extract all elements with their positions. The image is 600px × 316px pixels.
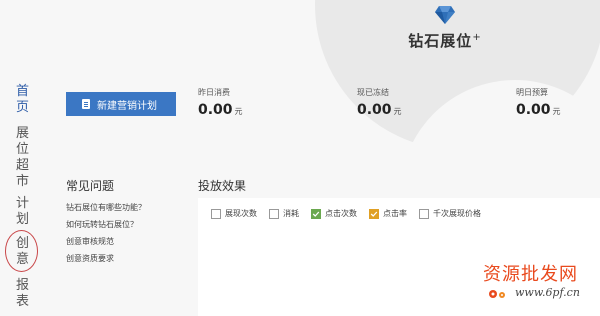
checkbox[interactable] xyxy=(269,208,279,219)
brand-title: 钻石展位+ xyxy=(408,32,482,50)
metric-toggle-spend[interactable]: 消耗 xyxy=(269,208,299,219)
checkbox[interactable] xyxy=(211,208,221,219)
metric-toggle-ctr[interactable]: 点击率 xyxy=(369,208,407,219)
check-icon xyxy=(370,211,378,217)
stat-tomorrow-budget: 明日预算 0.00 元 xyxy=(516,87,561,118)
nav-item-home[interactable]: 首页 xyxy=(16,84,30,116)
watermark-text: 资源批发网 xyxy=(483,264,578,285)
nav-item-reports[interactable]: 报表 xyxy=(16,278,30,310)
faq-link[interactable]: 如何玩转钻石展位？ xyxy=(66,220,186,230)
checkbox-checked[interactable] xyxy=(369,208,379,219)
faq-link[interactable]: 钻石展位有哪些功能？ xyxy=(66,203,186,213)
faq-section: 常见问题 钻石展位有哪些功能？ 如何玩转钻石展位？ 创意审核规范 创意资质要求 xyxy=(66,177,186,271)
stat-frozen: 现已冻结 0.00 元 xyxy=(357,87,402,118)
checkbox[interactable] xyxy=(419,208,429,219)
faq-title: 常见问题 xyxy=(66,179,115,193)
metric-toggles: 展现次数 消耗 点击次数 点击率 千次展现价格 xyxy=(211,208,493,219)
stat-value: 0.00 元 xyxy=(198,102,243,118)
stat-label: 现已冻结 xyxy=(357,88,389,97)
metric-toggle-cpm[interactable]: 千次展现价格 xyxy=(419,208,481,219)
watermark-url: www.6pf.cn xyxy=(515,286,580,299)
document-icon xyxy=(82,99,90,109)
metric-toggle-clicks[interactable]: 点击次数 xyxy=(311,208,357,219)
diamond-icon xyxy=(435,6,455,24)
faq-link[interactable]: 创意审核规范 xyxy=(66,237,186,247)
stat-value: 0.00 元 xyxy=(516,102,561,118)
brand-header: 钻石展位+ xyxy=(400,5,490,51)
create-marketing-plan-label: 新建营销计划 xyxy=(97,100,157,112)
create-marketing-plan-button[interactable]: 新建营销计划 xyxy=(66,92,176,116)
creatives-highlight-circle xyxy=(5,230,38,272)
stat-value: 0.00 元 xyxy=(357,102,402,118)
checkbox-checked[interactable] xyxy=(311,208,321,219)
faq-link[interactable]: 创意资质要求 xyxy=(66,254,186,264)
nav-item-plans[interactable]: 计划 xyxy=(16,196,30,228)
metric-toggle-impressions[interactable]: 展现次数 xyxy=(211,208,257,219)
flower-icon xyxy=(489,290,505,298)
nav-item-booth-market[interactable]: 展位超市 xyxy=(16,126,30,190)
results-title: 投放效果 xyxy=(198,179,247,193)
stat-yesterday-spend: 昨日消费 0.00 元 xyxy=(198,87,243,118)
stat-label: 昨日消费 xyxy=(198,88,230,97)
stat-label: 明日预算 xyxy=(516,88,548,97)
check-icon xyxy=(312,211,320,217)
